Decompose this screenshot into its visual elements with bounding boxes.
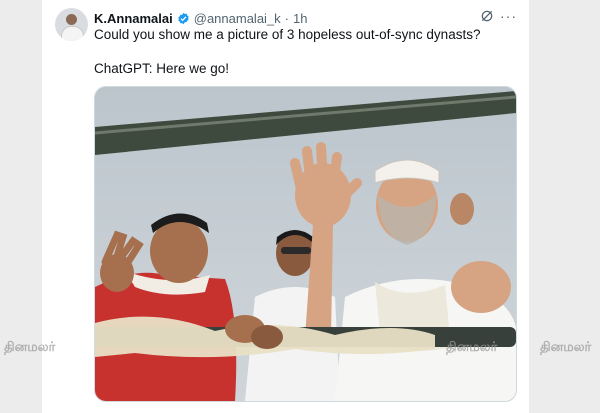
grok-icon[interactable]	[480, 9, 494, 23]
middle-person-glasses	[281, 247, 311, 254]
left-person-palm	[100, 254, 134, 292]
verified-badge-icon	[178, 12, 189, 24]
watermark-left: தினமலர்	[4, 340, 56, 355]
tweet-text: Could you show me a picture of 3 hopeles…	[94, 26, 514, 78]
author-name[interactable]: K.Annamalai	[94, 11, 173, 26]
tweet-time[interactable]: 1h	[293, 11, 307, 26]
tweet-header: K.Annamalai @annamalai_k · 1h	[94, 9, 307, 27]
watermark-right: தினமலர்	[540, 340, 592, 355]
author-avatar[interactable]	[55, 8, 88, 41]
watermark-center: தினமலர்	[446, 340, 498, 355]
pointing-hand	[451, 261, 511, 313]
header-separator: ·	[284, 10, 290, 26]
avatar-body	[61, 26, 84, 41]
avatar-head	[66, 14, 77, 25]
overhead-bar	[95, 91, 516, 155]
gripping-hand-middle	[251, 325, 283, 349]
more-options-icon[interactable]: ···	[500, 8, 517, 24]
author-handle[interactable]: @annamalai_k	[194, 11, 281, 26]
tweet-text-line1: Could you show me a picture of 3 hopeles…	[94, 27, 481, 42]
background-hand	[450, 193, 474, 225]
tweet-text-line2: ChatGPT: Here we go!	[94, 61, 230, 76]
